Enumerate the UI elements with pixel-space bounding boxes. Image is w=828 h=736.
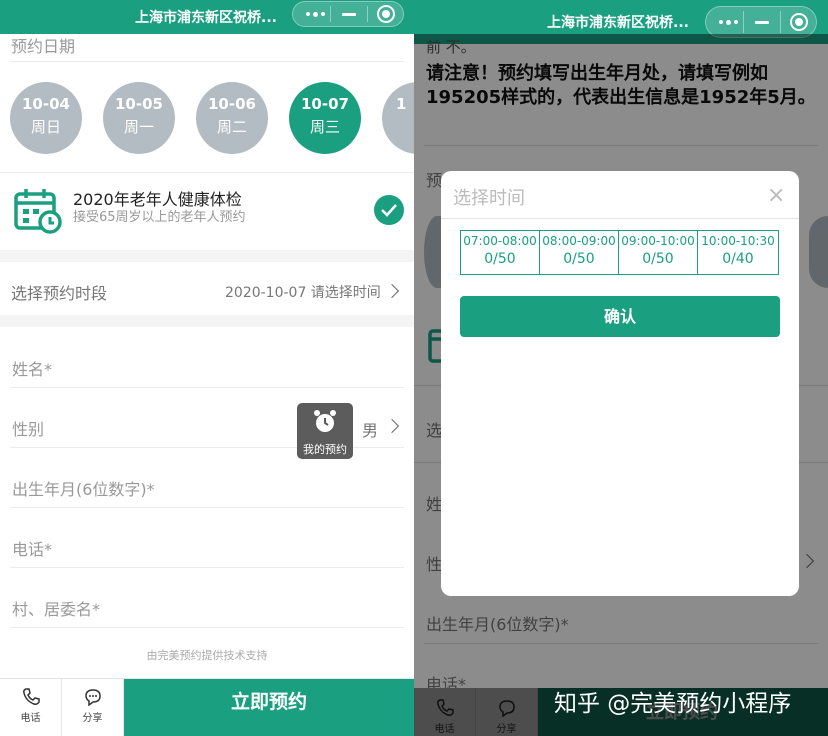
gender-select[interactable]: 男 [362,417,378,441]
time-select-modal: 选择时间 × 07:00-08:00 0/50 08:00-09:00 0/50… [441,171,799,596]
time-slot-grid: 07:00-08:00 0/50 08:00-09:00 0/50 09:00-… [460,230,779,275]
close-program-icon[interactable] [790,13,808,31]
date-option-10-06[interactable]: 10-06 周二 [196,82,268,154]
phone-tab[interactable]: 电话 [0,679,62,736]
service-selected-check-icon[interactable] [374,195,404,225]
app-title: 上海市浦东新区祝桥... [547,15,689,31]
date-option-10-05[interactable]: 10-05 周一 [103,82,175,154]
powered-by: 由完美预约提供技术支持 [146,649,268,662]
minimize-icon[interactable] [755,20,769,24]
timeslot-row[interactable]: 选择预约时段 2020-10-07 请选择时间 [0,263,414,315]
bottom-bar: 电话 分享 立即预约 [0,678,414,736]
mini-program-capsule [292,1,404,27]
time-slot-option[interactable]: 08:00-09:00 0/50 [540,231,619,274]
more-icon[interactable] [716,7,742,37]
birth-date-field[interactable]: 出生年月(6位数字)* [12,476,155,500]
time-slot-option[interactable]: 07:00-08:00 0/50 [461,231,540,274]
modal-title: 选择时间 [453,188,525,209]
timeslot-value: 2020-10-07 请选择时间 [225,285,381,301]
date-option-partial[interactable]: 1 [382,82,414,154]
date-option-10-07-selected[interactable]: 10-07 周三 [289,82,361,154]
left-screen: 上海市浦东新区祝桥... 预约日期 10-04 周日 10-05 周一 10-0… [0,0,414,736]
chevron-right-icon [384,283,400,299]
chat-share-icon [85,689,101,706]
confirm-button[interactable]: 确认 [460,296,780,337]
time-slot-option[interactable]: 10:00-10:30 0/40 [698,231,778,274]
date-option-10-04[interactable]: 10-04 周日 [10,82,82,154]
watermark: 知乎 @完美预约小程序 [554,691,792,717]
more-icon[interactable] [303,2,329,26]
phone-field[interactable]: 电话* [12,536,52,560]
close-icon[interactable]: × [767,183,785,208]
date-section-label: 预约日期 [11,37,76,56]
chevron-right-icon [384,418,400,434]
time-slot-option[interactable]: 09:00-10:00 0/50 [619,231,698,274]
phone-icon [23,688,40,705]
name-field[interactable]: 姓名* [12,356,52,380]
my-appointments-button[interactable]: 我的预约 [297,403,353,459]
service-subtitle: 接受65周岁以上的老年人预约 [73,210,246,225]
minimize-icon[interactable] [342,12,356,16]
book-now-button[interactable]: 立即预约 [124,679,414,736]
share-tab[interactable]: 分享 [62,679,124,736]
village-field[interactable]: 村、居委名* [12,596,100,620]
app-title: 上海市浦东新区祝桥... [135,10,277,26]
gender-label: 性别 [12,420,45,439]
close-program-icon[interactable] [377,5,395,23]
timeslot-label: 选择预约时段 [11,284,108,303]
title-bar: 上海市浦东新区祝桥... [0,0,414,34]
calendar-clock-icon [14,189,62,234]
alarm-clock-icon [314,410,336,432]
